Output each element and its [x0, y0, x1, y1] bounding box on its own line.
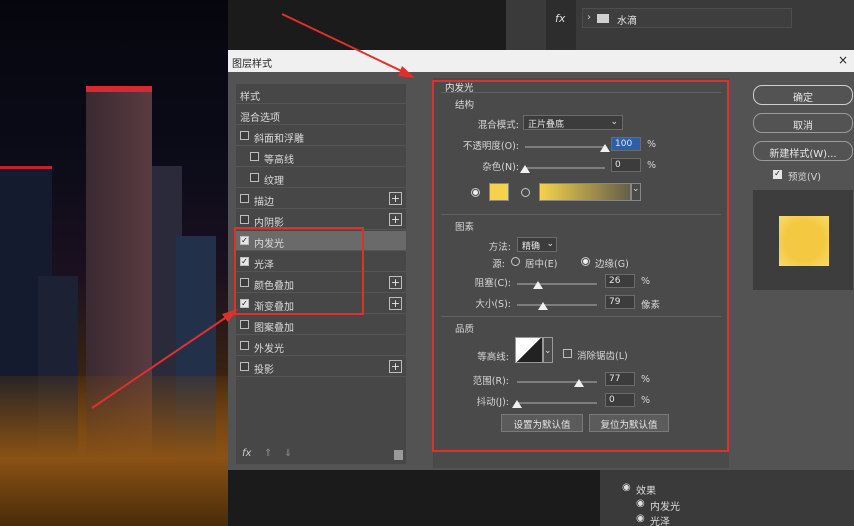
arrow-head-top	[398, 66, 415, 78]
arrow-head-bottom	[222, 309, 238, 322]
annotation-arrows	[91, 13, 415, 409]
arrow-line-bottom	[91, 311, 235, 409]
arrow-line-top	[281, 13, 413, 77]
